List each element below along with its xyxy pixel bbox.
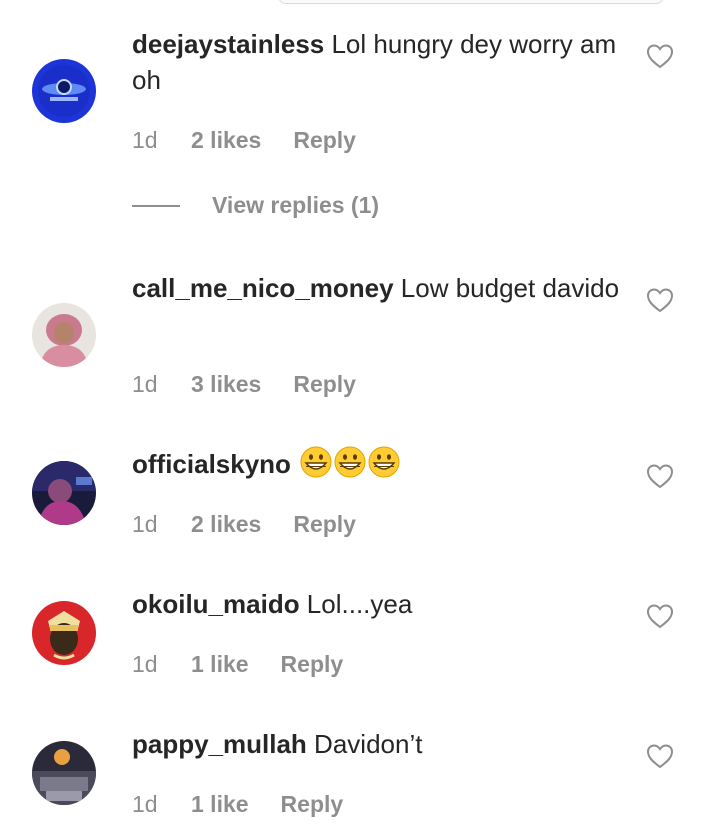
heart-icon[interactable] xyxy=(646,463,674,489)
likes-count[interactable]: 3 likes xyxy=(191,371,261,398)
avatar[interactable] xyxy=(32,303,96,367)
comment-text: okoilu_maido Lol....yea xyxy=(132,586,632,622)
username[interactable]: deejaystainless xyxy=(132,29,324,59)
timestamp: 1d xyxy=(132,651,158,677)
divider xyxy=(132,204,180,207)
heart-icon[interactable] xyxy=(646,43,674,69)
reply-button[interactable]: Reply xyxy=(281,651,344,678)
heart-icon[interactable] xyxy=(646,287,674,313)
timestamp: 1d xyxy=(132,371,158,397)
username[interactable]: okoilu_maido xyxy=(132,589,300,619)
reply-button[interactable]: Reply xyxy=(281,791,344,818)
timestamp: 1d xyxy=(132,791,158,817)
top-edge xyxy=(0,0,720,4)
emoji-grinning-icon xyxy=(366,446,400,479)
avatar[interactable] xyxy=(32,601,96,665)
username[interactable]: call_me_nico_money xyxy=(132,273,394,303)
view-replies-button[interactable]: View replies (1) xyxy=(132,192,379,219)
comment-text: deejaystainless Lol hungry dey worry am … xyxy=(132,26,632,98)
comment-meta: 1d 1 like Reply xyxy=(132,791,343,818)
likes-count[interactable]: 2 likes xyxy=(191,127,261,154)
comment-meta: 1d 1 like Reply xyxy=(132,651,343,678)
username[interactable]: officialskyno xyxy=(132,449,291,479)
timestamp: 1d xyxy=(132,511,158,537)
reply-button[interactable]: Reply xyxy=(293,371,356,398)
comment-text: call_me_nico_money Low budget davido xyxy=(132,270,632,306)
view-replies-label: View replies (1) xyxy=(212,192,380,218)
likes-count[interactable]: 1 like xyxy=(191,791,249,818)
likes-count[interactable]: 2 likes xyxy=(191,511,261,538)
emoji-grinning-icon xyxy=(332,446,366,479)
timestamp: 1d xyxy=(132,127,158,153)
comment-text: pappy_mullah Davidon’t xyxy=(132,726,632,762)
comment-body: Low budget davido xyxy=(393,273,620,303)
comment-meta: 1d 2 likes Reply xyxy=(132,511,356,538)
reply-button[interactable]: Reply xyxy=(293,511,356,538)
avatar[interactable] xyxy=(32,461,96,525)
comment-meta: 1d 2 likes Reply xyxy=(132,127,356,154)
heart-icon[interactable] xyxy=(646,603,674,629)
reply-button[interactable]: Reply xyxy=(293,127,356,154)
comment-input-edge[interactable] xyxy=(278,0,664,4)
comment-meta: 1d 3 likes Reply xyxy=(132,371,356,398)
heart-icon[interactable] xyxy=(646,743,674,769)
comment-body: Davidon’t xyxy=(306,729,423,759)
avatar[interactable] xyxy=(32,59,96,123)
comment-text: officialskyno xyxy=(132,446,632,482)
likes-count[interactable]: 1 like xyxy=(191,651,249,678)
emoji-grinning-icon xyxy=(298,446,332,479)
username[interactable]: pappy_mullah xyxy=(132,729,307,759)
comment-body: Lol....yea xyxy=(299,589,413,619)
avatar[interactable] xyxy=(32,741,96,805)
